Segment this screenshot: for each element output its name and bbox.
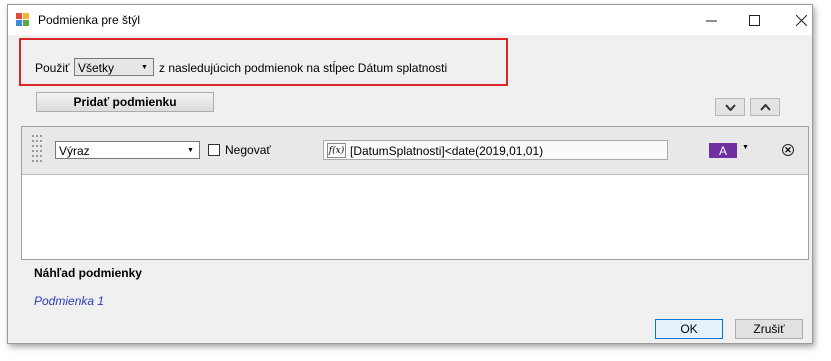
add-condition-button[interactable]: Pridať podmienku bbox=[36, 92, 214, 112]
negate-checkbox[interactable] bbox=[208, 144, 220, 156]
move-down-button[interactable] bbox=[715, 98, 745, 116]
chevron-up-icon bbox=[759, 103, 771, 111]
minimize-icon bbox=[705, 20, 717, 21]
title-bar: Podmienka pre štýl bbox=[8, 5, 812, 35]
conditions-list: Výraz ▼ Negovať f(x) [DatumSplatnosti]<d… bbox=[21, 126, 809, 260]
condition-row: Výraz ▼ Negovať f(x) [DatumSplatnosti]<d… bbox=[22, 127, 808, 175]
negate-label: Negovať bbox=[225, 143, 271, 157]
chevron-down-icon: ▼ bbox=[187, 146, 194, 154]
cancel-button[interactable]: Zrušiť bbox=[735, 319, 803, 339]
preview-heading: Náhľad podmienky bbox=[34, 266, 142, 280]
condition-type-select[interactable]: Výraz ▼ bbox=[55, 141, 200, 159]
close-button[interactable] bbox=[778, 5, 824, 35]
window-title: Podmienka pre štýl bbox=[38, 13, 141, 27]
maximize-icon bbox=[748, 14, 760, 26]
drag-handle-icon[interactable] bbox=[32, 135, 46, 167]
preview-text: Podmienka 1 bbox=[34, 294, 105, 308]
app-icon bbox=[16, 13, 30, 27]
ok-button[interactable]: OK bbox=[655, 319, 723, 339]
format-dropdown-icon[interactable]: ▼ bbox=[742, 144, 749, 151]
apply-mode-select[interactable]: Všetky ▼ bbox=[74, 58, 154, 76]
expression-field[interactable]: f(x) [DatumSplatnosti]<date(2019,01,01) bbox=[323, 140, 668, 160]
condition-dialog: Podmienka pre štýl Použiť Všetky ▼ z nas… bbox=[7, 4, 813, 344]
apply-suffix-text: z nasledujúcich podmienok na stĺpec Dátu… bbox=[159, 61, 448, 75]
cancel-label: Zrušiť bbox=[753, 322, 785, 336]
close-icon bbox=[795, 14, 807, 26]
chevron-down-icon bbox=[724, 103, 736, 111]
expression-text: [DatumSplatnosti]<date(2019,01,01) bbox=[350, 144, 544, 158]
minimize-button[interactable] bbox=[688, 5, 734, 35]
apply-mode-value: Všetky bbox=[78, 61, 115, 75]
chevron-down-icon: ▼ bbox=[141, 63, 148, 71]
add-condition-label: Pridať podmienku bbox=[73, 95, 177, 109]
ok-label: OK bbox=[680, 322, 698, 336]
move-up-button[interactable] bbox=[750, 98, 780, 116]
function-icon[interactable]: f(x) bbox=[327, 143, 346, 158]
apply-label: Použiť bbox=[35, 61, 70, 75]
maximize-button[interactable] bbox=[731, 5, 777, 35]
condition-type-value: Výraz bbox=[59, 144, 90, 158]
format-preview-button[interactable]: A bbox=[709, 143, 737, 158]
delete-condition-icon[interactable]: ✕ bbox=[782, 144, 794, 156]
